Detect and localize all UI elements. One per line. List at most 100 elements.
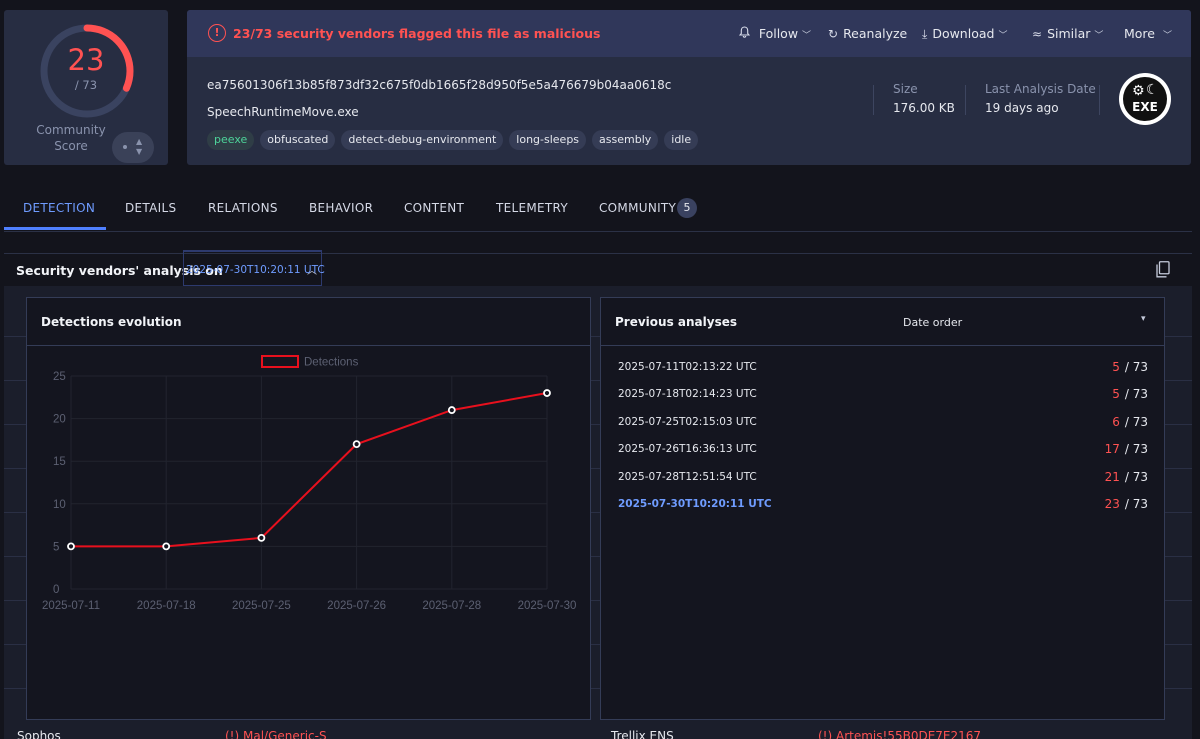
chevron-down-icon[interactable]: ▾: [1141, 314, 1146, 324]
tag[interactable]: obfuscated: [260, 130, 336, 150]
detections-series-line: [71, 392, 548, 548]
file-hash[interactable]: ea75601306f13b85f873df32c675f0db1665f28d…: [207, 78, 671, 92]
y-tick-label: 0: [53, 584, 59, 596]
chevron-down-icon: ﹀: [1163, 31, 1173, 41]
file-header: ! 23/73 security vendors flagged this fi…: [187, 10, 1191, 165]
analysis-date-link[interactable]: 2025-07-30T10:20:11 UTC: [618, 498, 772, 510]
data-point: [162, 542, 171, 551]
tab-telemetry[interactable]: TELEMETRY: [496, 201, 568, 215]
sort-order-select[interactable]: Date order: [903, 316, 962, 329]
follow-button[interactable]: Follow ﹀: [738, 26, 811, 41]
panel-title: Detections evolution: [41, 315, 182, 329]
total-count: / 73: [1124, 442, 1148, 457]
moon-icon: ☾: [1146, 82, 1159, 98]
vote-down-icon[interactable]: ▼: [136, 147, 142, 156]
positives-count: 6: [1112, 414, 1120, 429]
analysis-ratio: 5 / 73: [1112, 360, 1148, 374]
analysis-date-link[interactable]: 2025-07-18T02:14:23 UTC: [618, 388, 757, 400]
alert-circle-icon: (!): [225, 729, 240, 739]
copy-icon[interactable]: [1156, 261, 1170, 278]
tag[interactable]: assembly: [592, 130, 659, 150]
positives-count: 5: [1112, 360, 1120, 374]
divider: [965, 85, 966, 115]
similar-label: Similar: [1047, 26, 1091, 41]
detection-total: / 73: [74, 78, 98, 92]
divider: [1099, 85, 1100, 115]
alert-bar: ! 23/73 security vendors flagged this fi…: [187, 10, 1191, 57]
detection-score-card: 23 / 73 Community Score ▲ ▼: [4, 10, 168, 165]
analysis-date-link[interactable]: 2025-07-11T02:13:22 UTC: [618, 361, 757, 373]
analysis-date-link[interactable]: 2025-07-25T02:15:03 UTC: [618, 416, 757, 428]
vendor-result: (!) Artemis!55B0DE7E2167: [818, 729, 981, 739]
community-score-vote[interactable]: ▲ ▼: [112, 132, 154, 163]
active-tab-indicator: [4, 227, 106, 230]
previous-analyses-panel: Previous analyses Date order ▾ 2025-07-1…: [600, 297, 1165, 720]
legend-swatch: [261, 355, 299, 368]
analysis-ratio: 5 / 73: [1112, 387, 1148, 401]
alert-circle-icon: !: [208, 24, 226, 42]
data-point: [543, 389, 551, 397]
data-point: [447, 406, 456, 414]
positives-count: 5: [1112, 387, 1120, 402]
follow-label: Follow: [758, 26, 799, 41]
more-label: More: [1124, 26, 1155, 41]
vendor-result-text: Mal/Generic-S: [243, 729, 327, 739]
y-tick-label: 20: [53, 414, 66, 426]
vote-up-icon[interactable]: ▲: [136, 137, 142, 146]
x-tick-label: 2025-07-25: [232, 600, 291, 612]
data-point: [67, 542, 75, 551]
bell-icon: [738, 26, 754, 41]
last-analysis-value: 19 days ago: [985, 101, 1059, 115]
tab-relations[interactable]: RELATIONS: [208, 201, 278, 215]
x-tick-label: 2025-07-26: [327, 600, 386, 612]
community-count-badge: 5: [677, 198, 697, 218]
detections-chart: 0 5 10 15 20 25 2025-07-11 2025-07-18 2025-07-25…: [42, 355, 577, 612]
analysis-ratio: 21 / 73: [1105, 470, 1148, 484]
download-label: Download: [932, 26, 995, 41]
download-button[interactable]: ⤓ Download ﹀: [922, 26, 1007, 42]
reanalyze-button[interactable]: ↻ Reanalyze: [828, 26, 907, 41]
tag[interactable]: peexe: [207, 130, 255, 150]
tag[interactable]: detect-debug-environment: [341, 130, 504, 150]
vendor-result: (!) Mal/Generic-S: [225, 729, 327, 739]
more-button[interactable]: More ﹀: [1124, 26, 1172, 41]
y-tick-label: 15: [53, 456, 66, 468]
file-name: SpeechRuntimeMove.exe: [207, 105, 359, 119]
detection-count: 23: [67, 43, 105, 77]
tag[interactable]: long-sleeps: [509, 130, 587, 150]
tab-content[interactable]: CONTENT: [404, 201, 464, 215]
analysis-ratio: 17 / 73: [1105, 442, 1148, 456]
chevron-down-icon: ﹀: [1094, 31, 1104, 41]
refresh-icon: ↻: [828, 27, 839, 41]
similar-button[interactable]: ≈ Similar ﹀: [1032, 26, 1103, 41]
legend-label: Detections: [304, 357, 359, 369]
vendor-name: Sophos: [17, 729, 61, 739]
tab-details[interactable]: DETAILS: [125, 201, 176, 215]
analysis-ratio: 23 / 73: [1105, 497, 1148, 511]
tab-detection[interactable]: DETECTION: [23, 201, 95, 215]
alert-circle-icon: (!): [818, 729, 833, 739]
chevron-up-icon: ︿: [307, 266, 317, 277]
community-score-label: Community Score: [36, 123, 106, 153]
total-count: / 73: [1124, 497, 1148, 511]
data-point: [257, 533, 266, 542]
analysis-date-link[interactable]: 2025-07-26T16:36:13 UTC: [618, 443, 757, 455]
last-analysis-label: Last Analysis Date: [985, 82, 1096, 96]
divider: [873, 85, 874, 115]
community-score-dot: [123, 145, 127, 149]
total-count: / 73: [1124, 387, 1148, 402]
tag[interactable]: idle: [664, 130, 699, 150]
x-tick-label: 2025-07-30: [518, 600, 577, 612]
positives-count: 23: [1104, 497, 1120, 511]
detections-evolution-panel: Detections evolution 0 5 10 15 20 25 2025-07-1…: [26, 297, 591, 720]
analysis-date-dropdown[interactable]: 2025-07-30T10:20:11 UTC ︿: [183, 250, 325, 286]
vendor-result-text: Artemis!55B0DE7E2167: [836, 729, 982, 739]
file-type-label: EXE: [1132, 100, 1158, 114]
total-count: / 73: [1124, 360, 1148, 374]
total-count: / 73: [1124, 414, 1148, 429]
tab-community[interactable]: COMMUNITY: [599, 201, 676, 215]
analysis-date-link[interactable]: 2025-07-28T12:51:54 UTC: [618, 471, 757, 483]
y-tick-label: 10: [53, 499, 66, 511]
tab-behavior[interactable]: BEHAVIOR: [309, 201, 373, 215]
data-point: [352, 440, 361, 449]
